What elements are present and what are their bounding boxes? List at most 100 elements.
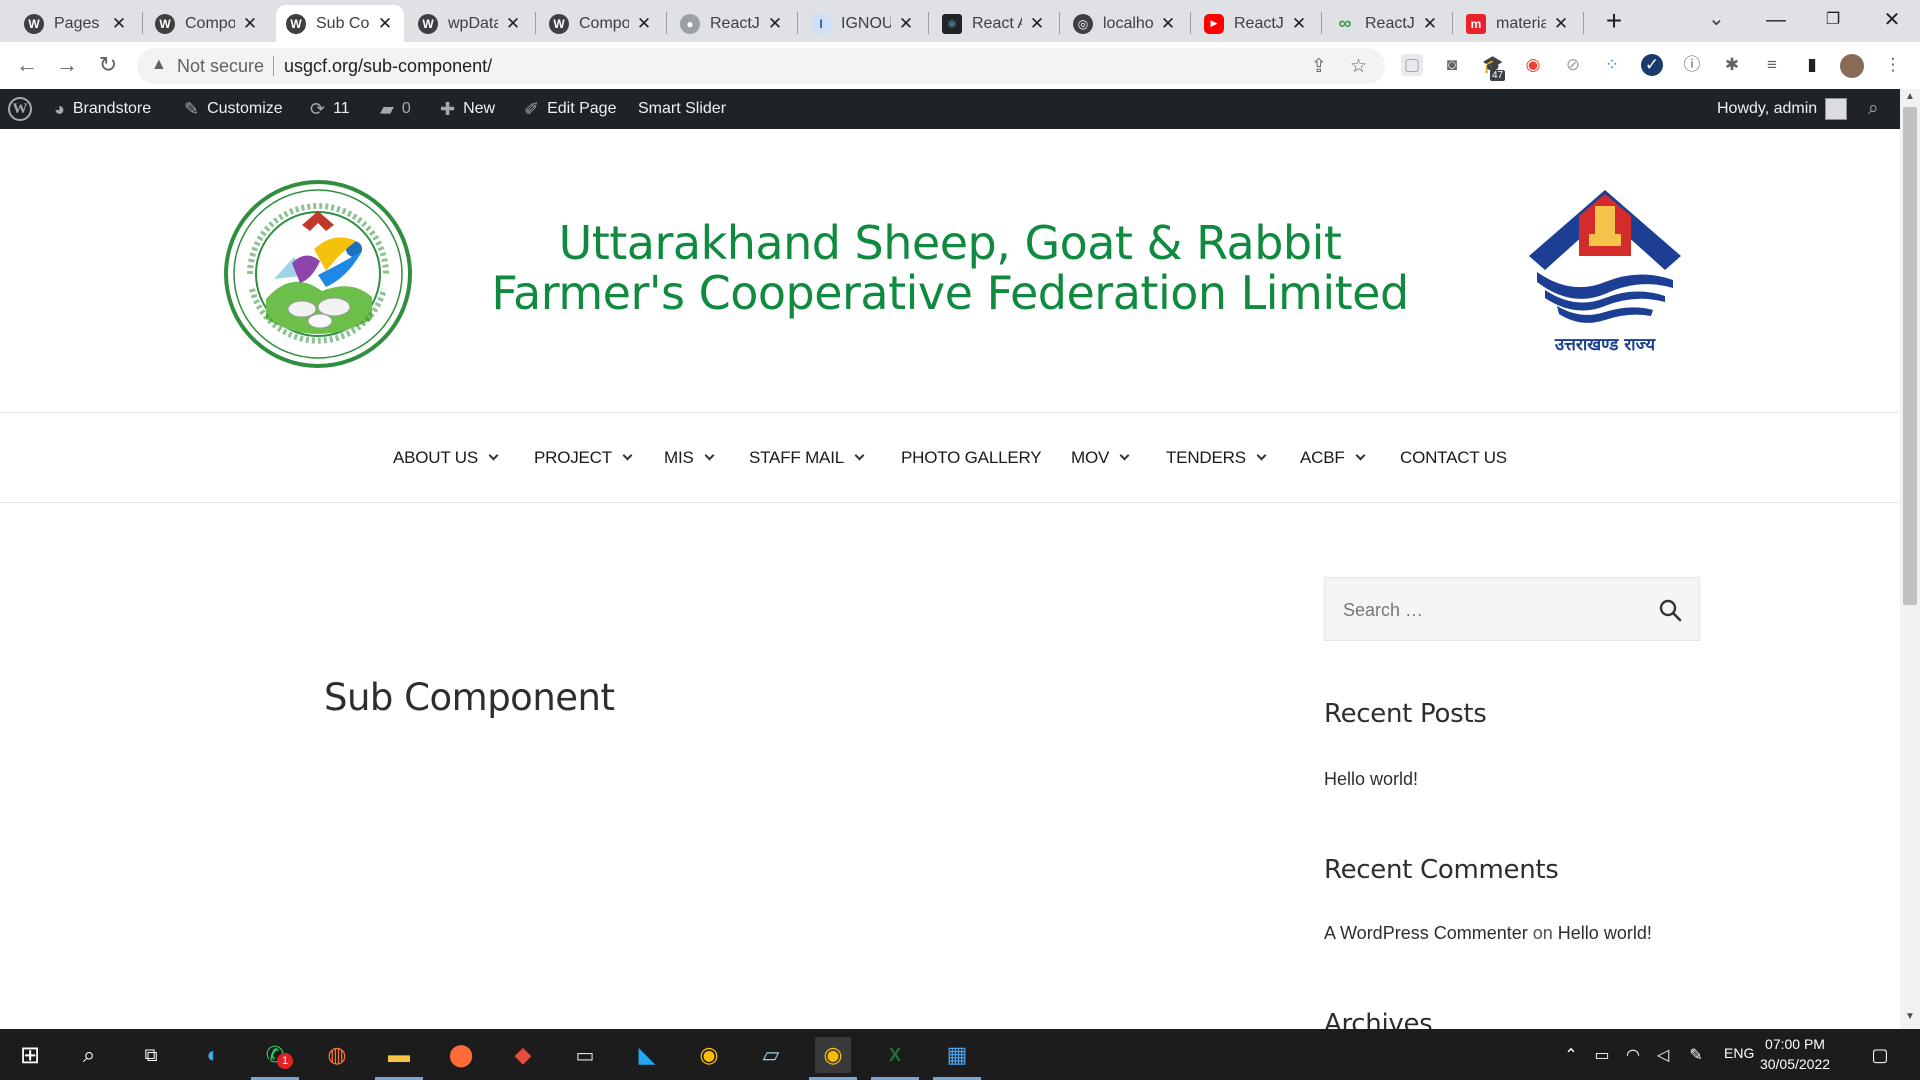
nav-item-project[interactable]: PROJECT — [534, 413, 633, 502]
adminbar-new[interactable]: ✚ New — [440, 89, 495, 129]
adminbar-smart-slider[interactable]: Smart Slider — [638, 89, 726, 129]
language-indicator[interactable]: ENG — [1724, 1045, 1754, 1061]
nav-item-about-us[interactable]: ABOUT US — [393, 413, 499, 502]
restore-icon[interactable]: ❐ — [1803, 4, 1863, 36]
nav-item-mis[interactable]: MIS — [664, 413, 715, 502]
menu-kebab-icon[interactable]: ⋮ — [1882, 54, 1904, 76]
close-tab-icon[interactable]: ✕ — [635, 14, 653, 33]
close-tab-icon[interactable]: ✕ — [1421, 14, 1439, 33]
git-icon[interactable]: ◆ — [505, 1037, 541, 1073]
browser-tab[interactable]: ● ReactJs ✕ — [670, 5, 794, 42]
comment-author-link[interactable]: A WordPress Commenter — [1324, 923, 1528, 943]
close-window-icon[interactable]: ✕ — [1862, 4, 1920, 36]
vscode-icon[interactable]: ◣ — [629, 1037, 665, 1073]
new-tab-button[interactable]: + — [1600, 7, 1628, 36]
chrome-active-icon[interactable]: ◉ — [815, 1037, 851, 1073]
close-tab-icon[interactable]: ✕ — [504, 14, 522, 33]
nav-item-photo-gallery[interactable]: PHOTO GALLERY — [901, 413, 1042, 502]
windows-start-icon[interactable]: ⊞ — [12, 1037, 48, 1073]
adminbar-updates[interactable]: ⟳ 11 — [310, 89, 350, 129]
adminbar-account[interactable]: Howdy, admin — [1717, 89, 1848, 129]
code-extension-icon[interactable]: ⓘ — [1681, 54, 1703, 76]
file-explorer-icon[interactable]: ▬ — [381, 1037, 417, 1073]
back-icon[interactable]: ← — [12, 50, 42, 80]
scroll-down-arrow[interactable]: ▼ — [1900, 1011, 1920, 1025]
firefox-icon[interactable]: ◍ — [319, 1037, 355, 1073]
wordpress-logo-icon[interactable]: W — [8, 97, 32, 121]
close-tab-icon[interactable]: ✕ — [1159, 14, 1177, 33]
share-icon[interactable]: ⇪ — [1311, 55, 1327, 78]
close-tab-icon[interactable]: ✕ — [241, 14, 259, 33]
task-view-icon[interactable]: ⧉ — [133, 1037, 169, 1073]
reload-icon[interactable]: ↻ — [93, 50, 123, 80]
adminbar-comments[interactable]: ▰ 0 — [380, 89, 411, 129]
close-tab-icon[interactable]: ✕ — [110, 14, 128, 33]
excel-icon[interactable]: X — [877, 1037, 913, 1073]
volume-icon[interactable]: ◁ — [1645, 1037, 1681, 1073]
close-tab-icon[interactable]: ✕ — [376, 14, 394, 33]
browser-tab[interactable]: m materia ✕ — [1456, 5, 1580, 42]
recent-post-link[interactable]: Hello world! — [1324, 769, 1418, 790]
federation-logo[interactable] — [222, 179, 414, 369]
browser-tab[interactable]: ▶ ReactJS ✕ — [1194, 5, 1318, 42]
taskbar-search-icon[interactable]: ⌕ — [71, 1037, 107, 1073]
close-tab-icon[interactable]: ✕ — [1290, 14, 1308, 33]
security-label[interactable]: Not secure — [177, 56, 264, 77]
close-tab-icon[interactable]: ✕ — [766, 14, 784, 33]
close-tab-icon[interactable]: ✕ — [1552, 14, 1570, 33]
tab-search-icon[interactable]: ⌄ — [1708, 6, 1725, 31]
pen-icon[interactable]: ✎ — [1678, 1037, 1714, 1073]
nav-item-contact-us[interactable]: CONTACT US — [1400, 413, 1507, 502]
adminbar-edit-page[interactable]: ✐ Edit Page — [524, 89, 616, 129]
adminbar-site-name[interactable]: ◕ Brandstore — [54, 89, 151, 129]
browser-tab[interactable]: ∞ ReactJS ✕ — [1325, 5, 1449, 42]
dots-extension-icon[interactable]: ⁘ — [1601, 54, 1623, 76]
nav-item-acbf[interactable]: ACBF — [1300, 413, 1365, 502]
terminal-icon[interactable]: ▭ — [567, 1037, 603, 1073]
adminbar-customize[interactable]: ✎ Customize — [184, 89, 283, 129]
bookmark-star-icon[interactable]: ☆ — [1350, 55, 1367, 78]
profile-avatar[interactable] — [1840, 54, 1864, 78]
check-extension-icon[interactable]: ✓ — [1641, 54, 1663, 76]
browser-tab[interactable]: W wpData ✕ — [408, 5, 532, 42]
browser-tab[interactable]: ⚛ React A ✕ — [932, 5, 1056, 42]
search-input[interactable] — [1343, 596, 1643, 624]
postman-icon[interactable]: ⬤ — [443, 1037, 479, 1073]
uttarakhand-emblem[interactable]: उत्तराखण्ड राज्य — [1515, 186, 1695, 361]
forward-icon[interactable]: → — [52, 50, 82, 80]
puzzle-icon[interactable]: ✱ — [1721, 54, 1743, 76]
edge-icon[interactable]: ◐ — [195, 1037, 231, 1073]
reading-list-icon[interactable]: ≡ — [1761, 54, 1783, 76]
minimize-icon[interactable]: — — [1746, 4, 1806, 36]
nav-item-tenders[interactable]: TENDERS — [1166, 413, 1267, 502]
scroll-thumb[interactable] — [1903, 107, 1917, 605]
side-panel-icon[interactable]: ▮ — [1801, 54, 1823, 76]
search-icon[interactable] — [1658, 598, 1684, 624]
browser-tab-active[interactable]: W Sub Co ✕ — [276, 5, 404, 42]
url-text[interactable]: usgcf.org/sub-component/ — [284, 56, 492, 77]
warning-icon[interactable]: ▲ — [151, 56, 167, 74]
tray-clock[interactable]: 07:00 PM 30/05/2022 — [1755, 1034, 1835, 1074]
notifications-icon[interactable]: ▢ — [1862, 1037, 1898, 1073]
comment-post-link[interactable]: Hello world! — [1558, 923, 1652, 943]
address-bar[interactable]: ▲ Not secure usgcf.org/sub-component/ ⇪ … — [137, 48, 1385, 84]
compass-icon[interactable]: ⊘ — [1562, 54, 1584, 76]
chrome-icon[interactable]: ◉ — [691, 1037, 727, 1073]
browser-tab[interactable]: W Pages ‹ ✕ — [14, 5, 138, 42]
notes-app-icon[interactable]: ▱ — [753, 1037, 789, 1073]
extension-icon[interactable]: ▢ — [1401, 54, 1423, 76]
camera-icon[interactable]: ◙ — [1441, 54, 1463, 76]
site-title[interactable]: Uttarakhand Sheep, Goat & Rabbit Farmer'… — [440, 218, 1460, 318]
scroll-up-arrow[interactable]: ▲ — [1900, 91, 1920, 105]
nav-item-mov[interactable]: MOV — [1071, 413, 1130, 502]
browser-tab[interactable]: ◎ localho ✕ — [1063, 5, 1187, 42]
close-tab-icon[interactable]: ✕ — [897, 14, 915, 33]
nav-item-staff-mail[interactable]: STAFF MAIL — [749, 413, 865, 502]
adminbar-search-icon[interactable]: ⌕ — [1868, 89, 1879, 129]
close-tab-icon[interactable]: ✕ — [1028, 14, 1046, 33]
photos-icon[interactable]: ▦ — [939, 1037, 975, 1073]
color-wheel-icon[interactable]: ◉ — [1522, 54, 1544, 76]
browser-tab[interactable]: I IGNOU ✕ — [801, 5, 925, 42]
page-scrollbar[interactable]: ▲ ▼ — [1900, 89, 1920, 1029]
browser-tab[interactable]: W Compo ✕ — [539, 5, 663, 42]
